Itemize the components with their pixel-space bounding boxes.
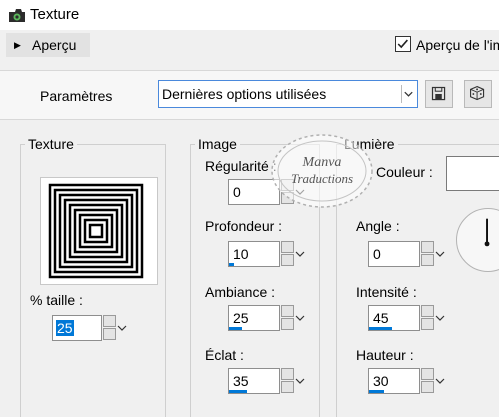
angle-dial[interactable]	[456, 208, 499, 272]
height-spin-down[interactable]	[421, 381, 434, 393]
light-color-swatch[interactable]	[446, 156, 499, 191]
shine-level-bar	[229, 390, 247, 393]
chevron-down-icon[interactable]	[116, 315, 128, 341]
chevron-down-icon[interactable]	[294, 305, 306, 331]
shine-label: Éclat :	[205, 347, 244, 363]
chevron-down-icon[interactable]	[401, 85, 415, 103]
shine-value: 35	[233, 373, 249, 389]
save-preset-button[interactable]	[425, 80, 453, 108]
app-icon	[9, 9, 25, 22]
chevron-down-icon[interactable]	[434, 241, 446, 267]
depth-level-bar	[229, 263, 234, 266]
chevron-down-icon[interactable]	[294, 241, 306, 267]
texture-pattern	[48, 183, 144, 279]
height-spin-up[interactable]	[421, 368, 434, 380]
image-group-title: Image	[195, 136, 240, 152]
watermark-line-2: Traductions	[291, 171, 353, 186]
chevron-down-icon[interactable]	[434, 368, 446, 394]
texture-square	[88, 223, 104, 239]
live-preview-checkbox[interactable]	[395, 36, 411, 52]
size-label: % taille :	[30, 292, 83, 308]
intensity-spin-field[interactable]: 45	[368, 305, 420, 331]
texture-square	[73, 208, 119, 254]
chevron-right-icon: ▶	[14, 40, 21, 50]
randomize-button[interactable]	[464, 80, 492, 108]
shine-spin-down[interactable]	[281, 381, 294, 393]
angle-needle	[484, 218, 490, 247]
depth-spin-up[interactable]	[281, 241, 294, 253]
regularity-value: 0	[233, 184, 241, 200]
angle-spin-up[interactable]	[421, 241, 434, 253]
angle-spin-down[interactable]	[421, 254, 434, 266]
shine-spin-up[interactable]	[281, 368, 294, 380]
preset-value: Dernières options utilisées	[162, 86, 327, 102]
watermark-logo: Manva Traductions	[271, 134, 373, 208]
save-icon	[431, 86, 446, 101]
preview-label: Aperçu	[32, 37, 77, 53]
height-value: 30	[373, 373, 389, 389]
shine-spin-field[interactable]: 35	[228, 368, 280, 394]
angle-value: 0	[373, 246, 381, 262]
texture-square	[83, 218, 109, 244]
check-icon	[397, 39, 408, 49]
texture-square	[53, 188, 139, 274]
depth-label: Profondeur :	[205, 218, 283, 234]
depth-value: 10	[233, 246, 249, 262]
parameters-label: Paramètres	[40, 88, 113, 104]
ambiance-label: Ambiance :	[205, 284, 276, 300]
ambiance-spin-down[interactable]	[281, 318, 294, 330]
window-title: Texture	[30, 6, 80, 23]
ambiance-level-bar	[229, 327, 242, 330]
chevron-down-icon[interactable]	[434, 305, 446, 331]
intensity-level-bar	[369, 327, 392, 330]
ambiance-spin-field[interactable]: 25	[228, 305, 280, 331]
angle-spin-field[interactable]: 0	[368, 241, 420, 267]
texture-group-title: Texture	[25, 136, 77, 152]
watermark-line-1: Manva	[302, 155, 342, 170]
ambiance-spin-up[interactable]	[281, 305, 294, 317]
height-spin-field[interactable]: 30	[368, 368, 420, 394]
intensity-spin-up[interactable]	[421, 305, 434, 317]
height-label: Hauteur :	[356, 347, 414, 363]
intensity-spin-down[interactable]	[421, 318, 434, 330]
chevron-down-icon[interactable]	[294, 368, 306, 394]
size-value: 25	[56, 320, 74, 336]
intensity-value: 45	[373, 310, 389, 326]
intensity-label: Intensité :	[356, 284, 417, 300]
height-level-bar	[369, 390, 384, 393]
texture-preview[interactable]	[40, 177, 158, 285]
texture-square	[68, 203, 124, 259]
size-spin-field[interactable]: 25	[52, 315, 102, 341]
angle-label: Angle :	[356, 218, 400, 234]
depth-spin-field[interactable]: 10	[228, 241, 280, 267]
size-spin-up[interactable]	[103, 315, 116, 327]
dice-icon	[470, 85, 485, 101]
size-spin-down[interactable]	[103, 328, 116, 340]
ambiance-value: 25	[233, 310, 249, 326]
depth-spin-down[interactable]	[281, 254, 294, 266]
color-label: Couleur :	[376, 164, 433, 180]
live-preview-label: Aperçu de l'im	[416, 37, 499, 53]
